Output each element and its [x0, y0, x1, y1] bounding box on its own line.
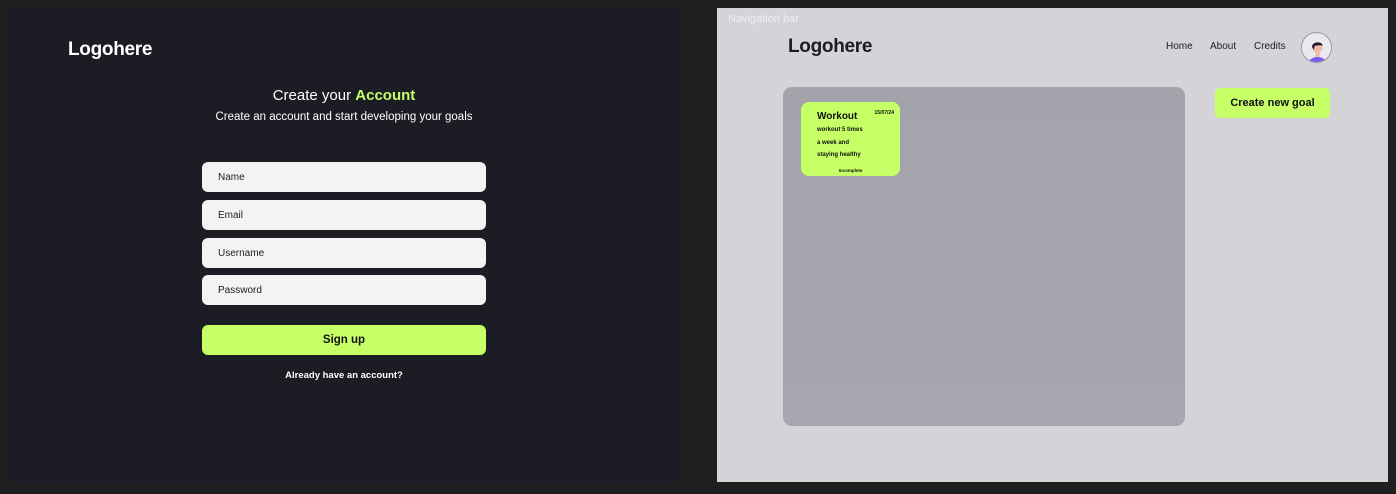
nav-credits[interactable]: Credits [1254, 41, 1286, 52]
nav-about[interactable]: About [1210, 41, 1236, 52]
avatar-figure [1308, 42, 1327, 62]
goal-card[interactable]: Workout 15/07/24 workout 5 times a week … [801, 102, 900, 176]
signup-frame: Logohere Create your Account Create an a… [8, 8, 680, 484]
sign-up-button[interactable]: Sign up [202, 325, 486, 355]
login-link[interactable]: Already have an account? [8, 370, 680, 381]
dashboard-frame: Navigation bar Logohere Home About Credi… [717, 8, 1388, 482]
create-new-goal-button[interactable]: Create new goal [1215, 88, 1330, 118]
goals-board: Workout 15/07/24 workout 5 times a week … [783, 87, 1185, 426]
email-field[interactable] [202, 200, 486, 230]
logo[interactable]: Logohere [68, 39, 152, 61]
goal-description: workout 5 times a week and staying healt… [817, 124, 887, 162]
heading-prefix: Create your [272, 87, 356, 104]
goal-description-line: a week and [817, 139, 850, 146]
page-subtitle: Create an account and start developing y… [215, 111, 473, 123]
goal-description-line: staying healthy [817, 152, 861, 158]
nav-home[interactable]: Home [1166, 41, 1193, 52]
goal-date: 15/07/24 [874, 110, 894, 116]
heading-accent: Account [355, 87, 416, 104]
page-title: Create your Account [8, 87, 680, 104]
name-field[interactable] [202, 162, 486, 192]
frame-label: Navigation bar [728, 13, 799, 25]
username-field[interactable] [202, 238, 486, 268]
goal-description-line: workout 5 times [817, 127, 863, 133]
password-field[interactable] [202, 275, 486, 305]
goal-status: Incomplete [838, 168, 863, 173]
goal-title: Workout [817, 111, 858, 122]
user-avatar-icon[interactable] [1301, 32, 1332, 63]
logo[interactable]: Logohere [788, 36, 872, 58]
